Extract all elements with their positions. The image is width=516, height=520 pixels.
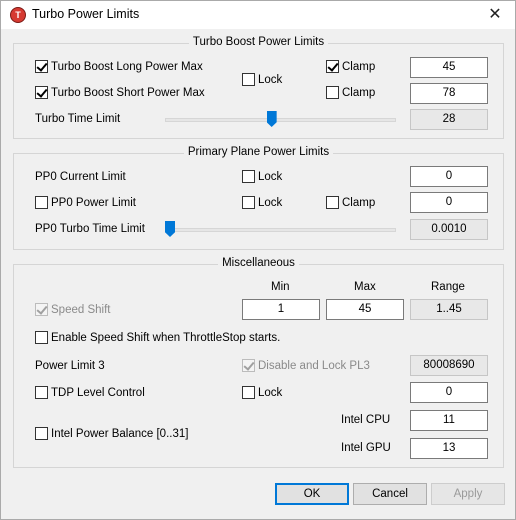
enable-speed-shift-label: Enable Speed Shift when ThrottleStop sta… bbox=[51, 331, 281, 344]
pp0-power-lock-label: Lock bbox=[258, 196, 283, 209]
close-button[interactable]: ✕ bbox=[475, 1, 515, 29]
turbo-boost-group-title: Turbo Boost Power Limits bbox=[188, 36, 329, 48]
cancel-button[interactable]: Cancel bbox=[353, 483, 427, 505]
pp0-power-limit-input[interactable]: 0 bbox=[410, 192, 488, 213]
misc-group-title: Miscellaneous bbox=[218, 257, 299, 269]
disable-lock-pl3-label: Disable and Lock PL3 bbox=[258, 359, 370, 372]
pp0-current-lock-checkbox[interactable]: Lock bbox=[242, 170, 282, 183]
close-icon: ✕ bbox=[488, 6, 502, 23]
intel-gpu-label: Intel GPU bbox=[341, 442, 391, 454]
apply-button[interactable]: Apply bbox=[431, 483, 505, 505]
pp0-clamp-label: Clamp bbox=[342, 196, 376, 209]
turbo-time-limit-label: Turbo Time Limit bbox=[35, 113, 121, 125]
speed-shift-range-value: 1..45 bbox=[410, 299, 488, 320]
pp0-clamp-checkbox[interactable]: Clamp bbox=[326, 196, 375, 209]
primary-plane-group-title: Primary Plane Power Limits bbox=[183, 146, 334, 158]
turbo-lock-label: Lock bbox=[258, 73, 283, 86]
turbo-time-limit-value: 28 bbox=[410, 109, 488, 130]
speed-shift-max-input[interactable]: 45 bbox=[326, 299, 404, 320]
speed-shift-checkbox: Speed Shift bbox=[35, 303, 110, 316]
enable-speed-shift-checkbox[interactable]: Enable Speed Shift when ThrottleStop sta… bbox=[35, 331, 280, 344]
turbo-clamp-short-label: Clamp bbox=[342, 86, 376, 99]
pl3-value: 80008690 bbox=[410, 355, 488, 376]
tdp-lock-checkbox[interactable]: Lock bbox=[242, 386, 282, 399]
max-column-header: Max bbox=[354, 281, 376, 293]
pp0-power-limit-checkbox[interactable]: PP0 Power Limit bbox=[35, 196, 136, 209]
turbo-time-slider-track[interactable] bbox=[165, 118, 396, 122]
turbo-clamp-long-checkbox[interactable]: Clamp bbox=[326, 60, 375, 73]
tdp-level-control-checkbox[interactable]: TDP Level Control bbox=[35, 386, 145, 399]
pp0-turbo-time-value: 0.0010 bbox=[410, 219, 488, 240]
range-column-header: Range bbox=[431, 281, 465, 293]
pp0-power-limit-label: PP0 Power Limit bbox=[51, 196, 137, 209]
pp0-current-lock-label: Lock bbox=[258, 170, 283, 183]
speed-shift-label: Speed Shift bbox=[51, 303, 111, 316]
intel-power-balance-label: Intel Power Balance [0..31] bbox=[51, 427, 189, 440]
min-column-header: Min bbox=[271, 281, 290, 293]
window-title: Turbo Power Limits bbox=[32, 7, 140, 21]
intel-cpu-label: Intel CPU bbox=[341, 414, 391, 426]
speed-shift-min-input[interactable]: 1 bbox=[242, 299, 320, 320]
pp0-turbo-time-label: PP0 Turbo Time Limit bbox=[35, 223, 145, 235]
turbo-lock-checkbox[interactable]: Lock bbox=[242, 73, 282, 86]
intel-power-balance-checkbox[interactable]: Intel Power Balance [0..31] bbox=[35, 427, 188, 440]
intel-gpu-input[interactable]: 13 bbox=[410, 438, 488, 459]
turbo-long-power-label: Turbo Boost Long Power Max bbox=[51, 60, 203, 73]
turbo-short-power-checkbox[interactable]: Turbo Boost Short Power Max bbox=[35, 86, 205, 99]
turbo-long-power-checkbox[interactable]: Turbo Boost Long Power Max bbox=[35, 60, 203, 73]
turbo-short-power-label: Turbo Boost Short Power Max bbox=[51, 86, 205, 99]
turbo-clamp-short-checkbox[interactable]: Clamp bbox=[326, 86, 375, 99]
turbo-short-power-input[interactable]: 78 bbox=[410, 83, 488, 104]
pp0-time-slider-track[interactable] bbox=[165, 228, 396, 232]
pp0-power-lock-checkbox[interactable]: Lock bbox=[242, 196, 282, 209]
tdp-level-control-label: TDP Level Control bbox=[51, 386, 145, 399]
pp0-current-limit-label: PP0 Current Limit bbox=[35, 171, 126, 183]
title-bar[interactable]: T Turbo Power Limits ✕ bbox=[1, 1, 515, 29]
tdp-lock-label: Lock bbox=[258, 386, 283, 399]
dialog-window: T Turbo Power Limits ✕ Turbo Boost Power… bbox=[0, 0, 516, 520]
disable-lock-pl3-checkbox: Disable and Lock PL3 bbox=[242, 359, 370, 372]
ok-button[interactable]: OK bbox=[275, 483, 349, 505]
turbo-long-power-input[interactable]: 45 bbox=[410, 57, 488, 78]
throttlestop-app-icon: T bbox=[10, 7, 26, 23]
pp0-current-limit-input[interactable]: 0 bbox=[410, 166, 488, 187]
intel-cpu-input[interactable]: 11 bbox=[410, 410, 488, 431]
power-limit-3-label: Power Limit 3 bbox=[35, 360, 105, 372]
tdp-level-input[interactable]: 0 bbox=[410, 382, 488, 403]
turbo-clamp-long-label: Clamp bbox=[342, 60, 376, 73]
